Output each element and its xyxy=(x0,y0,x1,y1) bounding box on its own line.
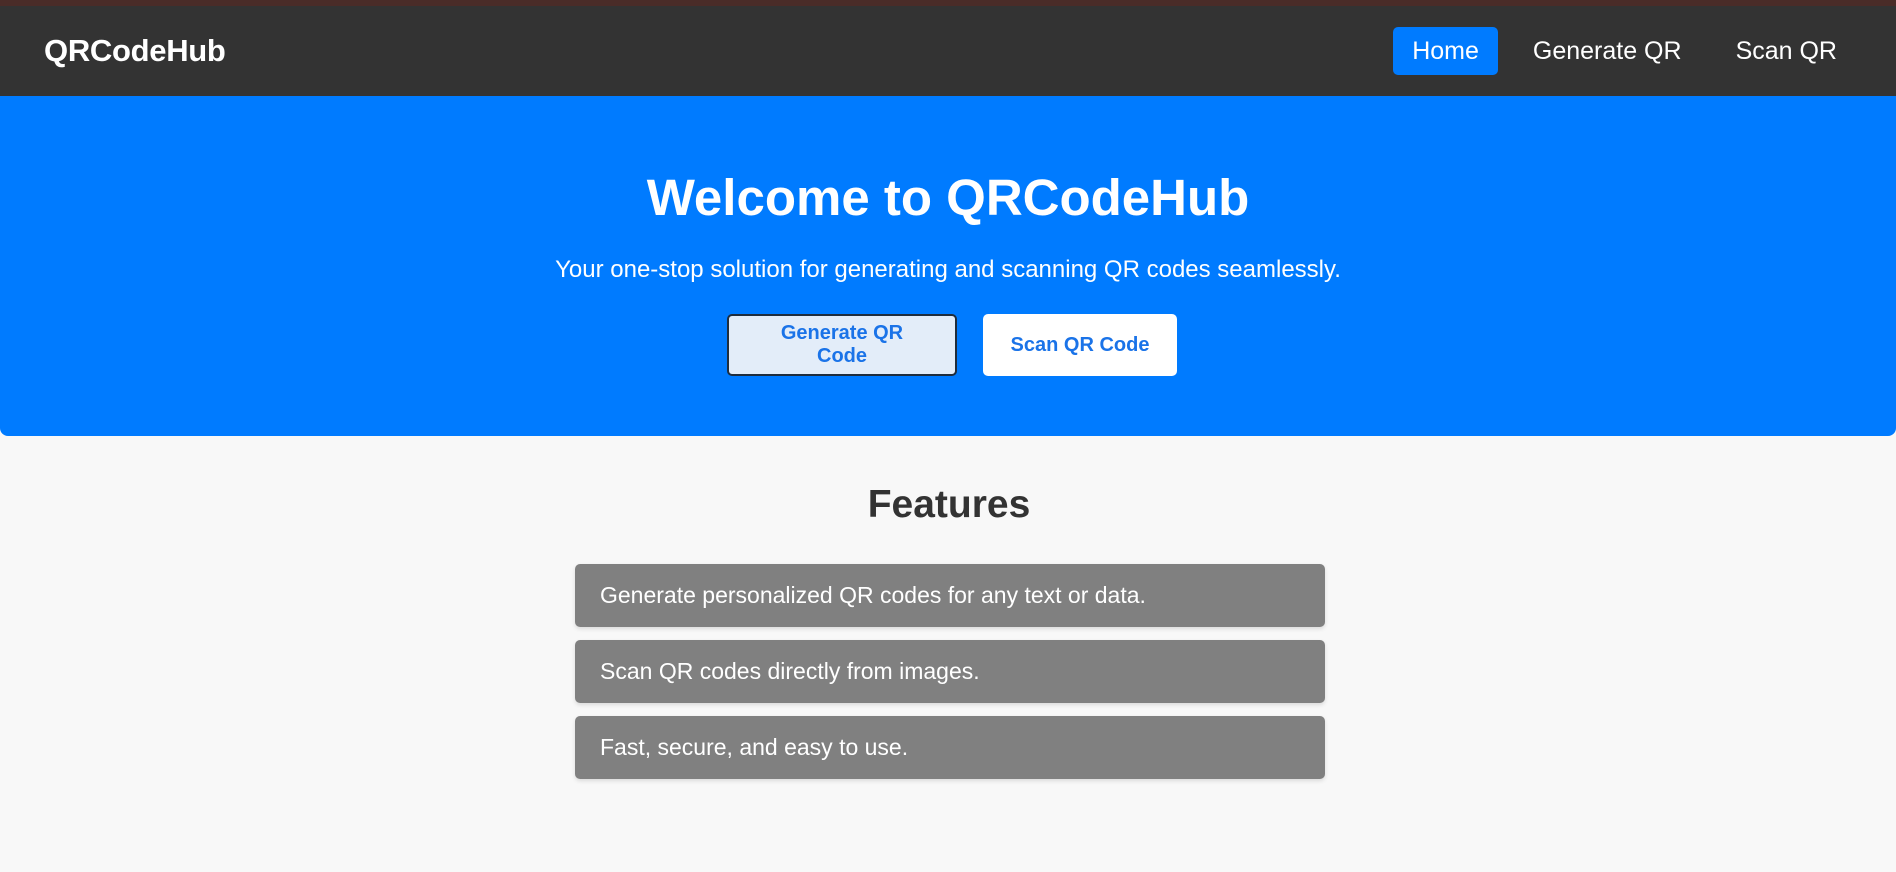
features-title: Features xyxy=(867,483,1031,526)
hero-buttons: Generate QR Code Scan QR Code xyxy=(0,314,1896,376)
features-list: Generate personalized QR codes for any t… xyxy=(575,564,1325,792)
nav-link-home[interactable]: Home xyxy=(1393,27,1498,75)
navbar: QRCodeHub Home Generate QR Scan QR xyxy=(0,6,1896,96)
nav-link-generate-qr[interactable]: Generate QR xyxy=(1514,27,1701,75)
nav-links: Home Generate QR Scan QR xyxy=(1393,27,1856,75)
page: QRCodeHub Home Generate QR Scan QR Welco… xyxy=(0,0,1896,872)
feature-item-fast-secure: Fast, secure, and easy to use. xyxy=(575,716,1325,779)
nav-link-scan-qr[interactable]: Scan QR xyxy=(1717,27,1856,75)
hero-subtitle: Your one-stop solution for generating an… xyxy=(555,256,1341,283)
brand-logo[interactable]: QRCodeHub xyxy=(44,33,226,69)
feature-item-scan: Scan QR codes directly from images. xyxy=(575,640,1325,703)
feature-item-generate: Generate personalized QR codes for any t… xyxy=(575,564,1325,627)
generate-qr-code-button[interactable]: Generate QR Code xyxy=(727,314,957,376)
hero-title: Welcome to QRCodeHub xyxy=(646,169,1250,226)
hero-section: Welcome to QRCodeHub Your one-stop solut… xyxy=(0,96,1896,436)
scan-qr-code-button[interactable]: Scan QR Code xyxy=(983,314,1177,376)
